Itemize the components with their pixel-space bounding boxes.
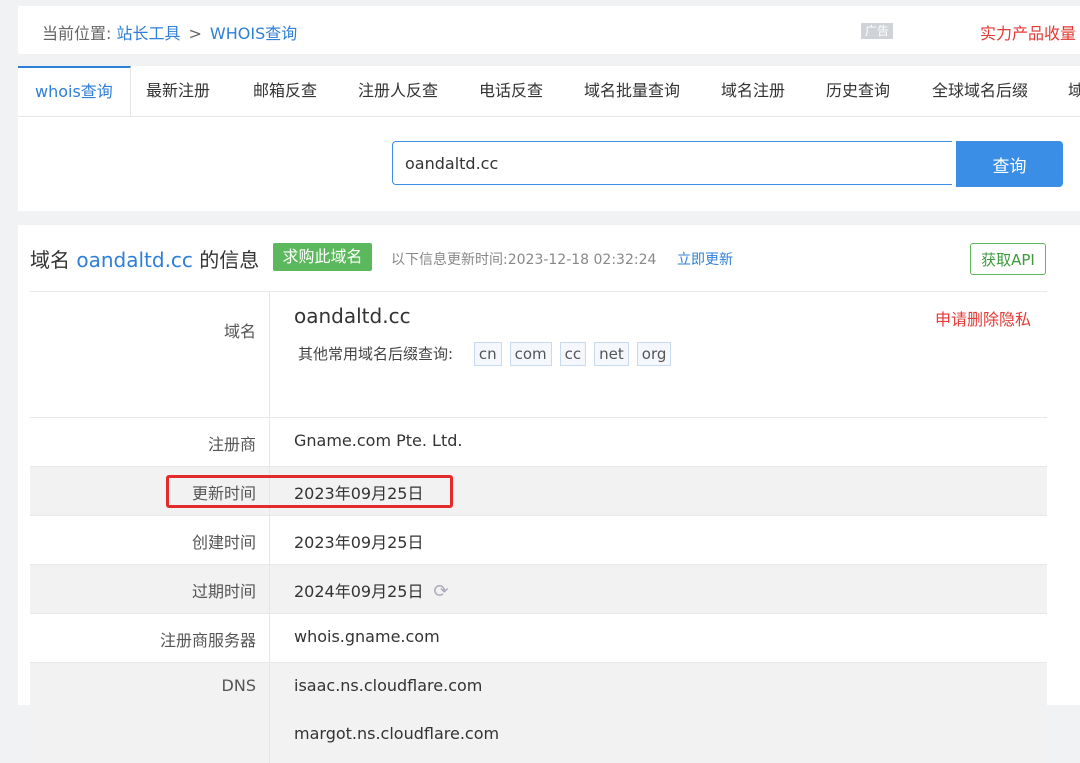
- whois-info-card: 域名 oandaltd.cc 的信息 求购此域名 以下信息更新时间:2023-1…: [18, 225, 1080, 763]
- row-label: 注册商服务器: [159, 631, 256, 650]
- whois-table: 域名 oandaltd.cc 申请删除隐私 其他常用域名后缀查询: cn com c…: [30, 291, 1047, 763]
- update-now-link[interactable]: 立即更新: [677, 249, 733, 269]
- breadcrumb-current-link[interactable]: WHOIS查询: [210, 24, 297, 43]
- row-label: 域名: [223, 322, 256, 341]
- table-row-expires: 过期时间 2024年09月25日 ⟳: [30, 564, 1047, 613]
- tab-phone-lookup[interactable]: 电话反查: [479, 66, 543, 116]
- expires-value-wrap: 2024年09月25日 ⟳: [294, 578, 449, 602]
- breadcrumb-prefix: 当前位置:: [42, 24, 112, 43]
- delete-privacy-link[interactable]: 申请删除隐私: [935, 306, 1031, 330]
- breadcrumb-home-link[interactable]: 站长工具: [117, 24, 181, 43]
- registrar-value: Gname.com Pte. Ltd.: [294, 431, 463, 450]
- suffix-link-cn[interactable]: cn: [473, 342, 502, 366]
- tab-global-suffix[interactable]: 全球域名后缀: [932, 66, 1028, 116]
- table-row-whois-server: 注册商服务器 whois.gname.com: [30, 613, 1047, 662]
- other-suffix-label: 其他常用域名后缀查询:: [298, 345, 454, 363]
- update-time-text: 以下信息更新时间:2023-12-18 02:32:24: [391, 252, 657, 268]
- whois-server-value: whois.gname.com: [294, 627, 440, 646]
- breadcrumb-separator: >: [188, 24, 202, 43]
- ad-badge: 广告: [861, 23, 893, 39]
- ad-link[interactable]: 实力产品收量: [980, 20, 1076, 44]
- top-bar: 当前位置: 站长工具 > WHOIS查询 广告 实力产品收量: [18, 6, 1080, 54]
- search-button[interactable]: 查询: [956, 141, 1063, 187]
- row-label: 注册商: [207, 435, 256, 454]
- table-row-created: 创建时间 2023年09月25日: [30, 515, 1047, 564]
- row-label: 过期时间: [191, 582, 256, 601]
- table-row-domain: 域名 oandaltd.cc 申请删除隐私 其他常用域名后缀查询: cn com c…: [30, 291, 1047, 417]
- tab-overflow[interactable]: 域: [1068, 66, 1080, 116]
- column-divider: [269, 516, 270, 564]
- refresh-icon[interactable]: ⟳: [433, 581, 448, 602]
- tool-tabs: whois查询 最新注册 邮箱反查 注册人反查 电话反查 域名批量查询 域名注册…: [18, 66, 1080, 117]
- suffix-link-cc[interactable]: cc: [559, 342, 587, 366]
- tab-email-lookup[interactable]: 邮箱反查: [253, 66, 317, 116]
- row-label: DNS: [221, 676, 256, 695]
- expires-value: 2024年09月25日: [294, 582, 424, 601]
- suffix-link-net[interactable]: net: [594, 342, 629, 366]
- row-label: 创建时间: [191, 533, 256, 552]
- domain-value: oandaltd.cc: [294, 304, 411, 328]
- domain-search-input[interactable]: [392, 141, 952, 185]
- dns-server-1: isaac.ns.cloudflare.com: [294, 676, 483, 695]
- column-divider: [269, 565, 270, 613]
- column-divider: [269, 418, 270, 466]
- info-title-domain: oandaltd.cc: [76, 248, 193, 272]
- created-value: 2023年09月25日: [294, 533, 424, 552]
- buy-domain-button[interactable]: 求购此域名: [273, 243, 372, 271]
- column-divider: [269, 292, 270, 417]
- highlight-box: [166, 475, 453, 508]
- tab-latest-registered[interactable]: 最新注册: [146, 66, 210, 116]
- table-row-dns: DNS isaac.ns.cloudflare.com margot.ns.cl…: [30, 662, 1047, 763]
- tab-batch-query[interactable]: 域名批量查询: [584, 66, 680, 116]
- column-divider: [269, 614, 270, 662]
- search-section: 查询: [18, 117, 1080, 211]
- get-api-button[interactable]: 获取API: [970, 243, 1046, 275]
- column-divider: [269, 663, 270, 763]
- tab-domain-register[interactable]: 域名注册: [721, 66, 785, 116]
- breadcrumb: 当前位置: 站长工具 > WHOIS查询: [42, 20, 297, 44]
- tab-history[interactable]: 历史查询: [826, 66, 890, 116]
- tab-registrant-lookup[interactable]: 注册人反查: [358, 66, 438, 116]
- tab-whois[interactable]: whois查询: [18, 66, 131, 116]
- info-title-prefix: 域名: [30, 248, 70, 272]
- info-title-suffix: 的信息: [199, 248, 260, 272]
- suffix-link-org[interactable]: org: [636, 342, 672, 366]
- table-row-registrar: 注册商 Gname.com Pte. Ltd.: [30, 417, 1047, 466]
- suffix-link-com[interactable]: com: [509, 342, 552, 366]
- other-suffixes: 其他常用域名后缀查询: cn com cc net org: [298, 342, 679, 366]
- info-title: 域名 oandaltd.cc 的信息: [30, 244, 259, 273]
- dns-server-2: margot.ns.cloudflare.com: [294, 724, 500, 743]
